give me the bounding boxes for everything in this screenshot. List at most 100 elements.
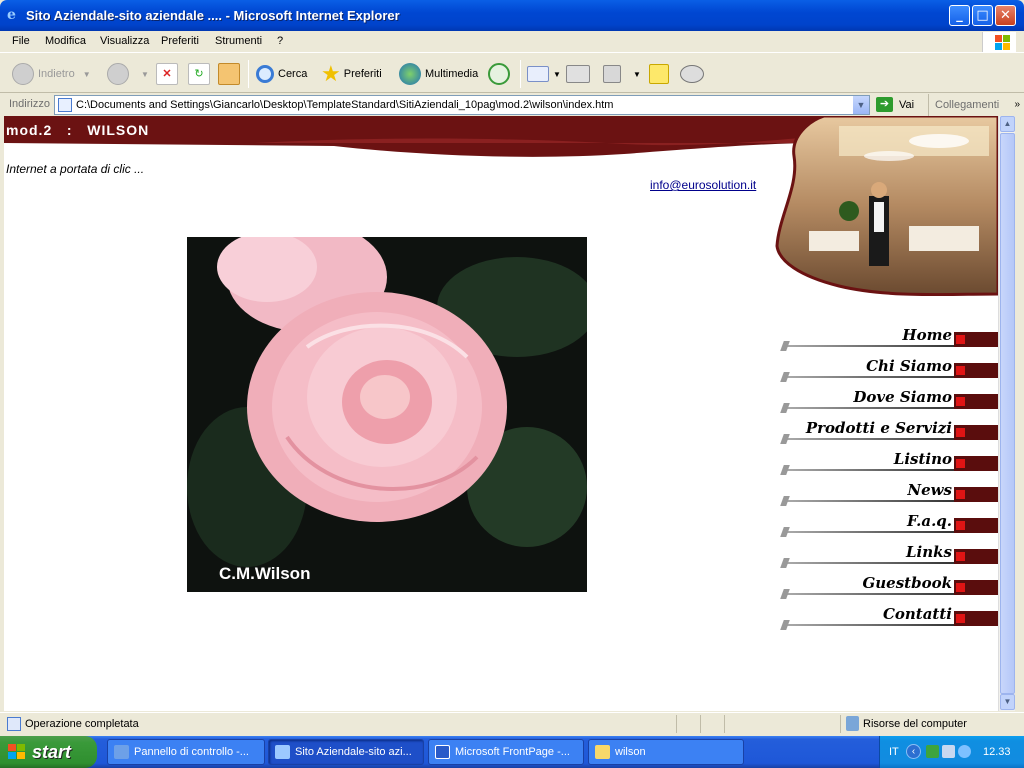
close-button[interactable]: ✕ xyxy=(995,5,1016,26)
scroll-down-icon[interactable]: ▼ xyxy=(1000,694,1015,710)
nav-listino[interactable]: Listino xyxy=(780,446,998,477)
maximize-button[interactable]: □ xyxy=(972,5,993,26)
nav-label: Links xyxy=(906,543,952,561)
windows-flag-icon xyxy=(8,744,26,760)
address-bar: Indirizzo C:\Documents and Settings\Gian… xyxy=(0,94,1024,116)
search-label: Cerca xyxy=(278,68,308,80)
mail-button[interactable]: ▼ xyxy=(527,61,561,87)
go-arrow-icon: ➔ xyxy=(876,97,893,112)
scroll-thumb[interactable] xyxy=(1000,133,1015,694)
computer-icon xyxy=(846,716,859,731)
nav-chi-siamo[interactable]: Chi Siamo xyxy=(780,353,998,384)
go-label: Vai xyxy=(899,98,915,111)
media-button[interactable]: Multimedia xyxy=(399,61,478,87)
start-label: start xyxy=(32,742,72,762)
task-frontpage[interactable]: Microsoft FrontPage -... xyxy=(428,739,584,765)
status-bar: Operazione completata Risorse del comput… xyxy=(0,712,1024,734)
hero-image: C.M.Wilson xyxy=(187,237,587,592)
favorites-label: Preferiti xyxy=(343,68,382,80)
messenger-button[interactable] xyxy=(680,61,708,87)
history-button[interactable] xyxy=(488,61,514,87)
frontpage-icon xyxy=(435,745,450,759)
nav-label: Contatti xyxy=(882,605,952,623)
address-input[interactable]: C:\Documents and Settings\Giancarlo\Desk… xyxy=(54,95,870,115)
home-button[interactable] xyxy=(218,61,244,87)
task-ie-window[interactable]: Sito Aziendale-sito azi... xyxy=(268,739,424,765)
ie-icon xyxy=(275,745,290,759)
site-title: mod.2 : WILSON xyxy=(6,122,150,138)
globe-icon[interactable] xyxy=(958,745,971,758)
nav-label: Guestbook xyxy=(862,574,952,592)
nav-dove-siamo[interactable]: Dove Siamo xyxy=(780,384,998,415)
menu-help[interactable]: ? xyxy=(277,35,283,47)
refresh-icon: ↻ xyxy=(188,63,210,85)
stop-icon: ✕ xyxy=(156,63,178,85)
display-icon[interactable] xyxy=(942,745,955,758)
scroll-up-icon[interactable]: ▲ xyxy=(1000,116,1015,132)
edit-button[interactable]: ▼ xyxy=(603,61,641,87)
task-control-panel[interactable]: Pannello di controllo -... xyxy=(107,739,265,765)
menu-file[interactable]: File xyxy=(12,35,30,47)
home-icon xyxy=(218,63,240,85)
menu-visualizza[interactable]: Visualizza xyxy=(100,35,149,47)
taskbar: start Pannello di controllo -... Sito Az… xyxy=(0,736,1024,768)
vertical-scrollbar[interactable]: ▲ ▼ xyxy=(998,116,1015,711)
nav-guestbook[interactable]: Guestbook xyxy=(780,570,998,601)
nav-prodotti-servizi[interactable]: Prodotti e Servizi xyxy=(780,415,998,446)
camellia-flower-image xyxy=(187,237,587,592)
address-dropdown-icon[interactable]: ▼ xyxy=(852,96,869,114)
media-label: Multimedia xyxy=(425,68,479,80)
page-done-icon xyxy=(7,717,21,731)
go-button[interactable]: ➔ Vai xyxy=(876,97,914,112)
stop-button[interactable]: ✕ xyxy=(156,61,182,87)
back-arrow-icon xyxy=(12,63,34,85)
printer-icon xyxy=(566,65,590,83)
nav-label: News xyxy=(907,481,952,499)
note-icon xyxy=(649,64,669,84)
star-icon: ★ xyxy=(321,61,341,86)
standard-toolbar: Indietro ▼ ▼ ✕ ↻ Cerca ★ Preferiti Multi… xyxy=(0,54,1024,93)
chevron-left-icon[interactable]: ‹ xyxy=(906,744,921,759)
address-value: C:\Documents and Settings\Giancarlo\Desk… xyxy=(76,99,614,111)
nav-label: Home xyxy=(902,326,952,344)
chevron-down-icon: ▼ xyxy=(141,69,149,79)
clock[interactable]: 12.33 xyxy=(983,746,1011,758)
discuss-button[interactable] xyxy=(649,61,673,87)
windows-logo-icon xyxy=(982,32,1016,52)
nav-news[interactable]: News xyxy=(780,477,998,508)
forward-arrow-icon xyxy=(107,63,129,85)
search-icon xyxy=(256,65,274,83)
refresh-button[interactable]: ↻ xyxy=(188,61,214,87)
minimize-button[interactable]: _ xyxy=(949,5,970,26)
chevron-right-icon: » xyxy=(1014,99,1020,110)
ie-icon: e xyxy=(7,7,16,23)
title-bar[interactable]: e Sito Aziendale-sito aziendale .... - M… xyxy=(0,0,1024,31)
task-wilson-folder[interactable]: wilson xyxy=(588,739,744,765)
email-link[interactable]: info@eurosolution.it xyxy=(650,178,756,192)
favorites-button[interactable]: ★ Preferiti xyxy=(321,61,382,87)
nav-faq[interactable]: F.a.q. xyxy=(780,508,998,539)
start-button[interactable]: start xyxy=(0,736,97,768)
links-toolbar[interactable]: Collegamenti » xyxy=(928,94,1024,116)
nav-home[interactable]: Home xyxy=(780,322,998,353)
task-label: Pannello di controllo -... xyxy=(134,746,249,758)
address-label: Indirizzo xyxy=(9,98,50,110)
hero-caption: C.M.Wilson xyxy=(219,564,311,583)
menu-preferiti[interactable]: Preferiti xyxy=(161,35,199,47)
menu-strumenti[interactable]: Strumenti xyxy=(215,35,262,47)
nav-contatti[interactable]: Contatti xyxy=(780,601,998,632)
nav-label: Dove Siamo xyxy=(853,388,952,406)
menu-modifica[interactable]: Modifica xyxy=(45,35,86,47)
history-icon xyxy=(488,63,510,85)
language-indicator[interactable]: IT xyxy=(889,746,899,758)
nav-links[interactable]: Links xyxy=(780,539,998,570)
task-label: wilson xyxy=(615,746,646,758)
back-button[interactable]: Indietro ▼ xyxy=(12,61,91,87)
nav-label: Prodotti e Servizi xyxy=(805,419,952,437)
mail-icon xyxy=(527,66,549,82)
search-button[interactable]: Cerca xyxy=(256,61,307,87)
forward-button[interactable]: ▼ xyxy=(107,61,149,87)
print-button[interactable] xyxy=(566,61,594,87)
network-icon[interactable] xyxy=(926,745,939,758)
nav-label: Chi Siamo xyxy=(866,357,952,375)
